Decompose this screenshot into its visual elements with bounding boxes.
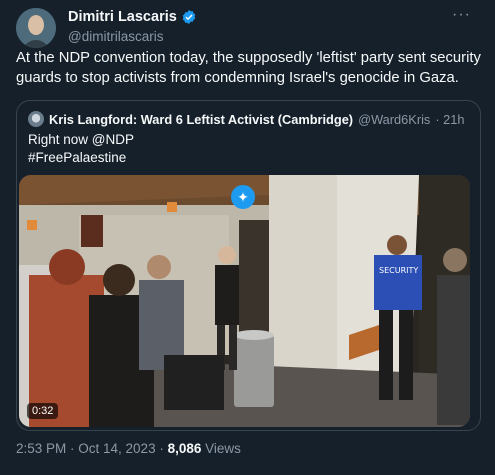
author-avatar[interactable]: [16, 8, 56, 48]
tweet-meta: 2:53 PM · Oct 14, 2023 · 8,086 Views: [16, 441, 241, 456]
author-block: Dimitri Lascaris @dimitrilascaris: [68, 8, 197, 44]
avatar-image: [16, 8, 56, 48]
views-label: Views: [201, 441, 241, 456]
tweet: Dimitri Lascaris @dimitrilascaris ··· At…: [0, 0, 495, 475]
views-count: 8,086: [167, 441, 202, 456]
video-frame: SECURITY: [19, 175, 470, 427]
security-jacket-label: SECURITY: [379, 266, 418, 275]
author-name-row: Dimitri Lascaris: [68, 8, 197, 26]
quoted-text-line-1: Right now @NDP: [28, 132, 134, 147]
quoted-author-handle: @Ward6Kris: [358, 111, 431, 127]
author-handle[interactable]: @dimitrilascaris: [68, 29, 197, 44]
quoted-author-name: Kris Langford: Ward 6 Leftist Activist (…: [49, 111, 354, 127]
verified-badge-icon[interactable]: [181, 9, 197, 25]
quoted-author-avatar: [28, 111, 44, 127]
tweet-timestamp[interactable]: 2:53 PM · Oct 14, 2023 ·: [16, 441, 168, 456]
quoted-tweet-header: Kris Langford: Ward 6 Leftist Activist (…: [28, 111, 465, 127]
more-options-icon[interactable]: ···: [452, 6, 471, 24]
author-display-name[interactable]: Dimitri Lascaris: [68, 9, 177, 25]
video-player[interactable]: SECURITY 0:32 ✦: [19, 175, 470, 427]
video-duration: 0:32: [27, 403, 59, 419]
quoted-tweet-text: Right now @NDP #FreePalaestine: [28, 131, 134, 167]
quoted-tweet[interactable]: Kris Langford: Ward 6 Leftist Activist (…: [16, 100, 481, 431]
quoted-tweet-time: · 21h: [435, 111, 465, 127]
grok-icon[interactable]: ✦: [231, 185, 255, 209]
quoted-text-line-2: #FreePalaestine: [28, 150, 127, 165]
tweet-text: At the NDP convention today, the suppose…: [16, 50, 481, 86]
